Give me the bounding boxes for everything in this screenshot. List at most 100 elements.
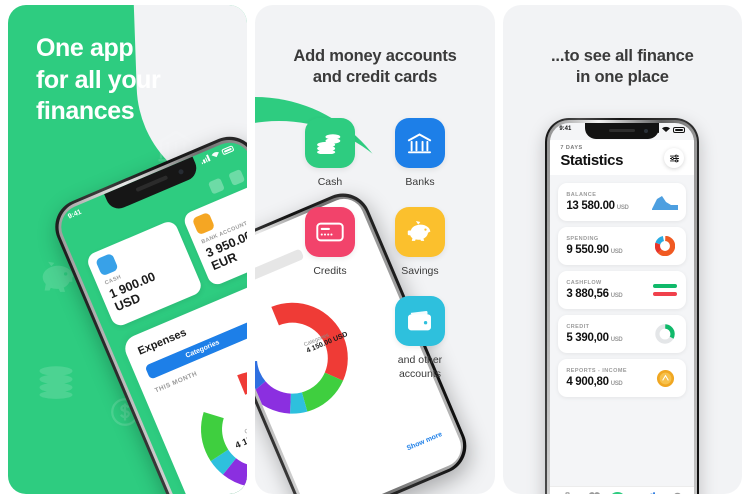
stat-currency: USD	[616, 205, 629, 211]
app-store-screenshot-set: One app for all your finances 9:41 CASH …	[0, 0, 750, 500]
search-icon[interactable]	[207, 177, 225, 195]
stat-currency: USD	[610, 249, 623, 255]
donut-chart-icon	[652, 235, 678, 257]
account-type-grid: Cash Banks Credits Savings and other acc…	[294, 118, 456, 381]
panel-two-title: Add money accounts and credit cards	[255, 46, 494, 88]
stat-card-balance[interactable]: BALANCE 13 580.00 USD	[558, 183, 687, 221]
panel-one-app: One app for all your finances 9:41 CASH …	[8, 5, 248, 494]
period-label[interactable]: 7 DAYS	[560, 145, 684, 151]
stat-text: CREDIT 5 390,00 USD	[566, 324, 622, 344]
title-line-1: Add money accounts	[293, 47, 457, 65]
title-line-1: ...to see all finance	[551, 47, 694, 65]
plus-icon[interactable]: +	[609, 491, 627, 494]
phone-mockup-right: 9:41 7 DAYS Statistics BALANCE 13 580.00…	[545, 118, 700, 494]
other-label-line2: accounts	[398, 367, 441, 380]
show-more-link[interactable]: Show more	[406, 431, 443, 452]
stat-currency: USD	[610, 337, 623, 343]
account-type-banks[interactable]: Banks	[384, 118, 456, 189]
status-time: 9:41	[67, 208, 83, 221]
stat-card-spending[interactable]: SPENDING 9 550.90 USD	[558, 227, 687, 265]
stat-currency: USD	[610, 293, 623, 299]
signal-icon	[199, 154, 211, 165]
account-type-label: Savings	[401, 265, 439, 278]
piggy-bank-icon	[394, 207, 445, 258]
title-line-1: One app	[36, 34, 134, 62]
account-type-label: Banks	[405, 176, 435, 189]
coins-watermark-icon	[34, 365, 78, 404]
stat-card-cashflow[interactable]: CASHFLOW 3 880,56 USD	[558, 271, 687, 309]
stat-value: 9 550.90 USD	[566, 244, 622, 256]
stat-value: 5 390,00 USD	[566, 332, 622, 344]
account-type-credits[interactable]: Credits	[294, 207, 366, 278]
phone-screen: 9:41 7 DAYS Statistics BALANCE 13 580.00…	[550, 123, 695, 494]
wallet-icon	[394, 296, 445, 347]
bar-chart-icon	[650, 491, 656, 494]
panel-add-accounts: Add money accounts and credit cards Cash	[255, 5, 495, 494]
stat-label: REPORTS - INCOME	[566, 368, 627, 374]
credit-card-icon	[304, 207, 355, 258]
stat-label: SPENDING	[566, 236, 599, 242]
heart-icon	[589, 491, 601, 494]
title-line-2: in one place	[575, 68, 669, 87]
phone-body: 9:41 7 DAYS Statistics BALANCE 13 580.00…	[545, 118, 700, 494]
tab-accounts[interactable]: Accounts	[554, 489, 580, 494]
account-type-savings[interactable]: Savings	[384, 207, 456, 278]
stat-amount: 13 580.00	[566, 200, 615, 212]
briefcase-icon	[562, 491, 573, 494]
statistics-list[interactable]: BALANCE 13 580.00 USD SPENDING 9 550.90 US…	[550, 180, 694, 486]
battery-icon	[673, 126, 686, 133]
stat-currency: USD	[610, 381, 623, 387]
phone-notch	[585, 123, 660, 139]
sliders-icon[interactable]	[664, 148, 685, 168]
stat-card-credit[interactable]: CREDIT 5 390,00 USD	[558, 315, 687, 353]
account-type-other[interactable]: and other accounts	[384, 296, 456, 380]
stat-label: CASHFLOW	[566, 280, 602, 286]
status-time: 9:41	[559, 126, 572, 132]
stat-card-reports-income[interactable]: REPORTS - INCOME 4 900,80 USD	[558, 359, 687, 397]
account-type-label: Credits	[313, 265, 347, 278]
stat-amount: 9 550.90	[566, 244, 609, 256]
phone-screen: 9:41 CASH 1 900.00 USD BANK ACCOUNT 3 95…	[54, 135, 248, 494]
tab-add[interactable]: +	[609, 491, 635, 494]
wifi-icon	[211, 151, 219, 158]
title-line-2: and credit cards	[312, 68, 438, 87]
panel-one-title: One app for all your finances	[36, 33, 161, 128]
tab-more[interactable]: More	[664, 489, 690, 494]
panel-three-title: ...to see all finance in one place	[503, 46, 742, 88]
account-card[interactable]: CASH 1 900.00 USD	[84, 219, 204, 329]
wifi-icon	[662, 126, 671, 132]
stat-value: 4 900,80 USD	[566, 376, 627, 388]
screen-header: 7 DAYS Statistics	[550, 140, 695, 175]
account-type-label: and other accounts	[384, 354, 456, 380]
stat-label: BALANCE	[566, 192, 597, 198]
phone-body: 9:41 CASH 1 900.00 USD BANK ACCOUNT 3 95…	[46, 127, 248, 494]
stat-text: CASHFLOW 3 880,56 USD	[566, 280, 622, 300]
more-icon	[674, 492, 681, 494]
bank-icon	[394, 118, 445, 169]
stat-amount: 4 900,80	[566, 376, 609, 388]
notch-speaker	[134, 175, 168, 193]
cash-card-icon	[95, 252, 119, 277]
notch-camera	[177, 168, 184, 176]
other-label-line1: and other	[397, 354, 443, 367]
bars-icon	[652, 279, 678, 301]
notch-camera	[644, 129, 649, 133]
battery-icon	[220, 144, 235, 155]
account-type-cash[interactable]: Cash	[294, 118, 366, 189]
tab-statistics[interactable]: Statistics	[637, 489, 663, 494]
ring-progress-icon	[652, 323, 678, 345]
area-chart-icon	[652, 191, 679, 213]
bank-card-icon	[191, 211, 216, 236]
title-line-3: finances	[36, 97, 135, 125]
settings-icon[interactable]	[228, 168, 246, 186]
title-line-2: for all your	[36, 65, 161, 94]
stat-label: CREDIT	[566, 324, 590, 330]
account-type-label: Cash	[317, 176, 343, 189]
bottom-tab-bar[interactable]: Accounts Wallet View + Statistics	[550, 486, 695, 494]
stat-value: 13 580.00 USD	[566, 200, 629, 212]
phone-mockup-left: 9:41 CASH 1 900.00 USD BANK ACCOUNT 3 95…	[46, 127, 248, 494]
stat-text: REPORTS - INCOME 4 900,80 USD	[566, 368, 627, 388]
stat-value: 3 880,56 USD	[566, 288, 622, 300]
tab-wallet-view[interactable]: Wallet View	[582, 489, 608, 494]
stat-text: SPENDING 9 550.90 USD	[566, 236, 622, 256]
